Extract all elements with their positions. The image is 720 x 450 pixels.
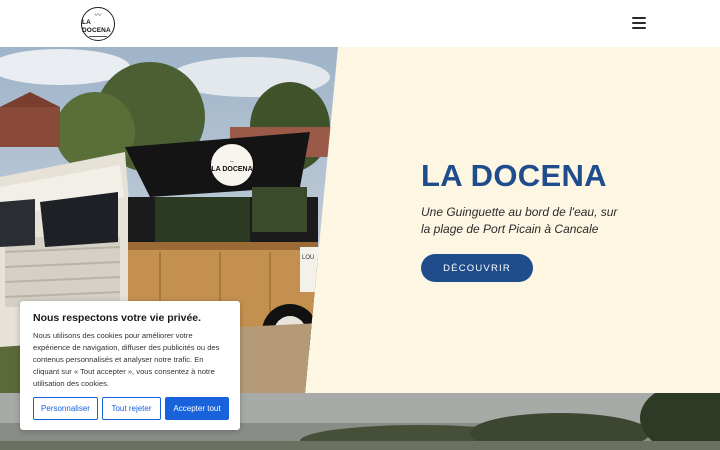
svg-text:〰: 〰 <box>230 159 234 164</box>
cookie-title: Nous respectons votre vie privée. <box>33 312 202 324</box>
site-logo[interactable]: 〰 LA DOCENA <box>81 7 115 41</box>
hero-title: LA DOCENA <box>421 158 607 193</box>
menu-bar <box>632 27 646 29</box>
hero-subtitle: Une Guinguette au bord de l'eau, sur la … <box>421 205 618 236</box>
customize-button[interactable]: Personnaliser <box>33 397 98 420</box>
menu-bar <box>632 17 646 19</box>
bird-icon: 〰 <box>94 11 102 19</box>
cookie-consent-banner: Nous respectons votre vie privée. Nous u… <box>20 301 240 430</box>
site-header: 〰 LA DOCENA <box>0 0 720 47</box>
menu-bar <box>632 22 646 24</box>
reject-all-button[interactable]: Tout rejeter <box>102 397 161 420</box>
logo-text: LA DOCENA <box>82 18 111 34</box>
hamburger-menu-icon[interactable] <box>630 15 648 31</box>
discover-button[interactable]: DÉCOUVRIR <box>421 254 533 282</box>
truck-side-text: LOU <box>302 255 314 261</box>
cookie-buttons: Personnaliser Tout rejeter Accepter tout <box>33 397 229 420</box>
accept-all-button[interactable]: Accepter tout <box>165 397 229 420</box>
cookie-description: Nous utilisons des cookies pour améliore… <box>33 331 220 388</box>
truck-sign-text: LA DOCENA <box>211 166 252 173</box>
logo-underline <box>89 35 107 37</box>
